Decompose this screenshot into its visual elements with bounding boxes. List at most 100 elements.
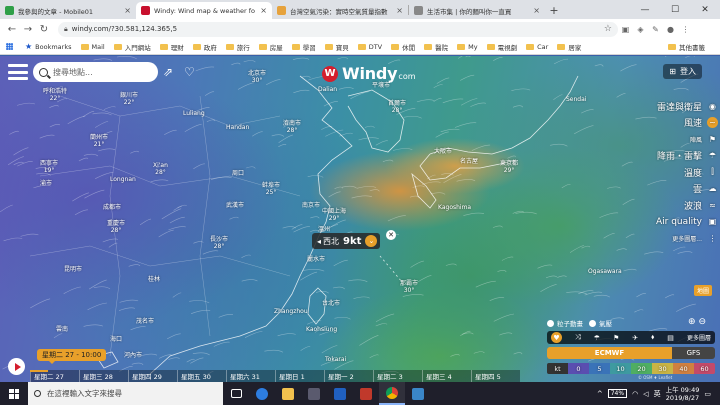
favorite-heart-icon[interactable]: ♡	[184, 65, 195, 79]
timeline-day[interactable]: 星期三 4	[422, 370, 471, 382]
wind-map[interactable]: 北京市 30° Dalian 平壤市 首爾市 28° 呼和浩特 22° 銀川市 22° Lulian…	[0, 56, 720, 382]
browser-tab[interactable]: Windy: Wind map & weather fo ×	[136, 2, 272, 19]
layer-item[interactable]: 陣風 ⚑	[608, 131, 718, 148]
city-label[interactable]: 首爾市 28°	[388, 100, 406, 114]
file-explorer-icon[interactable]	[275, 382, 301, 405]
city-label[interactable]: 武漢市	[226, 202, 244, 209]
bookmark-star-icon[interactable]: ☆	[604, 24, 612, 34]
bookmark-folder[interactable]: Car	[526, 42, 548, 52]
bookmark-folder[interactable]: 旅行	[225, 42, 250, 52]
city-label[interactable]: Kaohsiung	[306, 326, 337, 333]
city-label[interactable]: 海口	[110, 336, 122, 343]
city-label[interactable]: 東京都 29°	[500, 160, 518, 174]
mail-icon[interactable]	[327, 382, 353, 405]
city-label[interactable]: Zhangzhou	[274, 308, 308, 315]
city-label[interactable]: 渝市	[40, 180, 52, 187]
app-photos-icon[interactable]	[405, 382, 431, 405]
city-label[interactable]: 蚌埠市 25°	[262, 182, 280, 196]
info-icon[interactable]: ▤	[667, 334, 674, 342]
extension-icon[interactable]: ▣	[618, 25, 633, 34]
picker-close-icon[interactable]: ✕	[386, 230, 396, 240]
clock[interactable]: 上午 09:49 2019/8/27	[666, 386, 700, 402]
timeline-day[interactable]: 星期三 28	[79, 370, 128, 382]
model-gfs[interactable]: GFS	[672, 347, 715, 359]
city-label[interactable]: 河內市	[124, 352, 142, 359]
url-text[interactable]: windy.com/?30.581,124.365,5	[72, 25, 604, 33]
city-label[interactable]: Sendai	[566, 96, 586, 103]
city-label[interactable]: 北京市 30°	[248, 70, 266, 84]
layer-item[interactable]: 雲 ☁	[608, 181, 718, 198]
tab-close-icon[interactable]: ×	[396, 6, 403, 15]
model-ecmwf[interactable]: ECMWF	[547, 347, 672, 359]
forward-icon[interactable]: →	[20, 24, 36, 35]
layer-item[interactable]: 降雨・雷擊 ☂	[608, 148, 718, 165]
layer-item[interactable]: 溫度 ⫿	[608, 164, 718, 181]
city-label[interactable]: Xi'an 28°	[153, 162, 168, 176]
new-tab-button[interactable]: +	[545, 2, 563, 19]
city-label[interactable]: Kagoshima	[438, 204, 471, 211]
timeline-day[interactable]: 星期四 5	[471, 370, 520, 382]
profile-icon[interactable]: ●	[663, 25, 678, 34]
pin-icon[interactable]: ⬧	[651, 333, 654, 342]
wind-speed-legend[interactable]: kt 0 5 10 20 30 40 60	[547, 363, 715, 374]
city-label[interactable]: 重慶市 28°	[107, 220, 125, 234]
battery-indicator[interactable]: 74%	[607, 389, 628, 398]
timeline-day[interactable]: 星期六 31	[226, 370, 275, 382]
volume-icon[interactable]: ◁	[643, 390, 648, 398]
city-label[interactable]: 西寧市 19°	[40, 160, 58, 174]
other-bookmarks[interactable]: 其他書籤	[668, 42, 705, 52]
tray-up-icon[interactable]: ^	[597, 390, 603, 398]
city-label[interactable]: Longnan	[110, 176, 136, 183]
timeline-day[interactable]: 星期二 3	[373, 370, 422, 382]
bookmarks-star[interactable]: ★ Bookmarks	[25, 42, 72, 51]
bookmark-folder[interactable]: 醫院	[424, 42, 448, 52]
city-label[interactable]: Ogasawara	[588, 268, 622, 275]
city-label[interactable]: 那霸市 30°	[400, 280, 418, 294]
more-layers-button[interactable]: 更多圖層	[687, 333, 711, 342]
windy-logo[interactable]: W Windy com	[322, 64, 416, 83]
bookmark-folder[interactable]: Mail	[80, 42, 105, 52]
city-label[interactable]: 濟南市 28°	[283, 120, 301, 134]
browser-tab[interactable]: 台灣空氣污染：實時空氣質量指數 ×	[272, 2, 408, 19]
tab-close-icon[interactable]: ×	[533, 6, 540, 15]
play-button[interactable]	[8, 358, 25, 375]
lock-icon[interactable]: 🔒︎	[64, 25, 68, 34]
timeline-bar[interactable]: 星期二 27 星期三 28 星期四 29 星期五 30 星期六 31 星期日 1 星期一 2…	[30, 370, 520, 382]
taskbar-search[interactable]: 在這裡輸入文字來搜尋	[28, 382, 223, 405]
city-label[interactable]: 蘭州市 21°	[90, 134, 108, 148]
city-label[interactable]: 周口	[232, 170, 244, 177]
city-label[interactable]: 中國上海 29°	[322, 208, 346, 222]
city-label[interactable]: Handan	[226, 124, 249, 131]
city-label[interactable]: 呼和浩特 22°	[43, 88, 67, 102]
timeline-day[interactable]: 星期一 2	[324, 370, 373, 382]
extension-text-icon[interactable]: ✎	[648, 25, 663, 34]
city-label[interactable]: 溫州	[318, 226, 330, 233]
layer-item[interactable]: 波浪 ≈	[608, 197, 718, 214]
tab-close-icon[interactable]: ×	[260, 6, 267, 15]
task-view-icon[interactable]	[223, 382, 249, 405]
wifi-icon[interactable]: ◠	[632, 390, 638, 398]
browser-tab[interactable]: 生活市集 | 你的麵叫你一直買 ×	[409, 2, 545, 19]
timeline-day[interactable]: 星期五 30	[177, 370, 226, 382]
flag-icon[interactable]: ⚑	[613, 334, 619, 342]
layer-item[interactable]: Air quality ▣	[608, 214, 718, 231]
chrome-icon[interactable]	[379, 382, 405, 405]
isolines-toggle[interactable]	[589, 319, 596, 327]
city-label[interactable]: 桂林	[148, 276, 160, 283]
timeline-day[interactable]: 星期四 29	[128, 370, 177, 382]
layer-item[interactable]: 風速 ~	[608, 115, 718, 132]
city-label[interactable]: 台北市	[322, 300, 340, 307]
city-label[interactable]: 茂名市	[136, 318, 154, 325]
layer-item[interactable]: 雷達與衛星 ◉	[608, 98, 718, 115]
back-icon[interactable]: ←	[4, 24, 20, 35]
apps-shortcut[interactable]	[6, 43, 16, 50]
tab-close-icon[interactable]: ×	[124, 6, 131, 15]
menu-hamburger-icon[interactable]	[8, 64, 28, 80]
bookmark-folder[interactable]: 居家	[557, 42, 581, 52]
bookmark-folder[interactable]: DTV	[357, 42, 382, 52]
particles-toggle[interactable]	[547, 319, 554, 327]
bookmark-folder[interactable]: 寶貝	[324, 42, 349, 52]
city-label[interactable]: 南京市	[302, 202, 320, 209]
bookmark-folder[interactable]: 政府	[192, 42, 217, 52]
extension-shield-icon[interactable]: ◈	[633, 25, 648, 34]
